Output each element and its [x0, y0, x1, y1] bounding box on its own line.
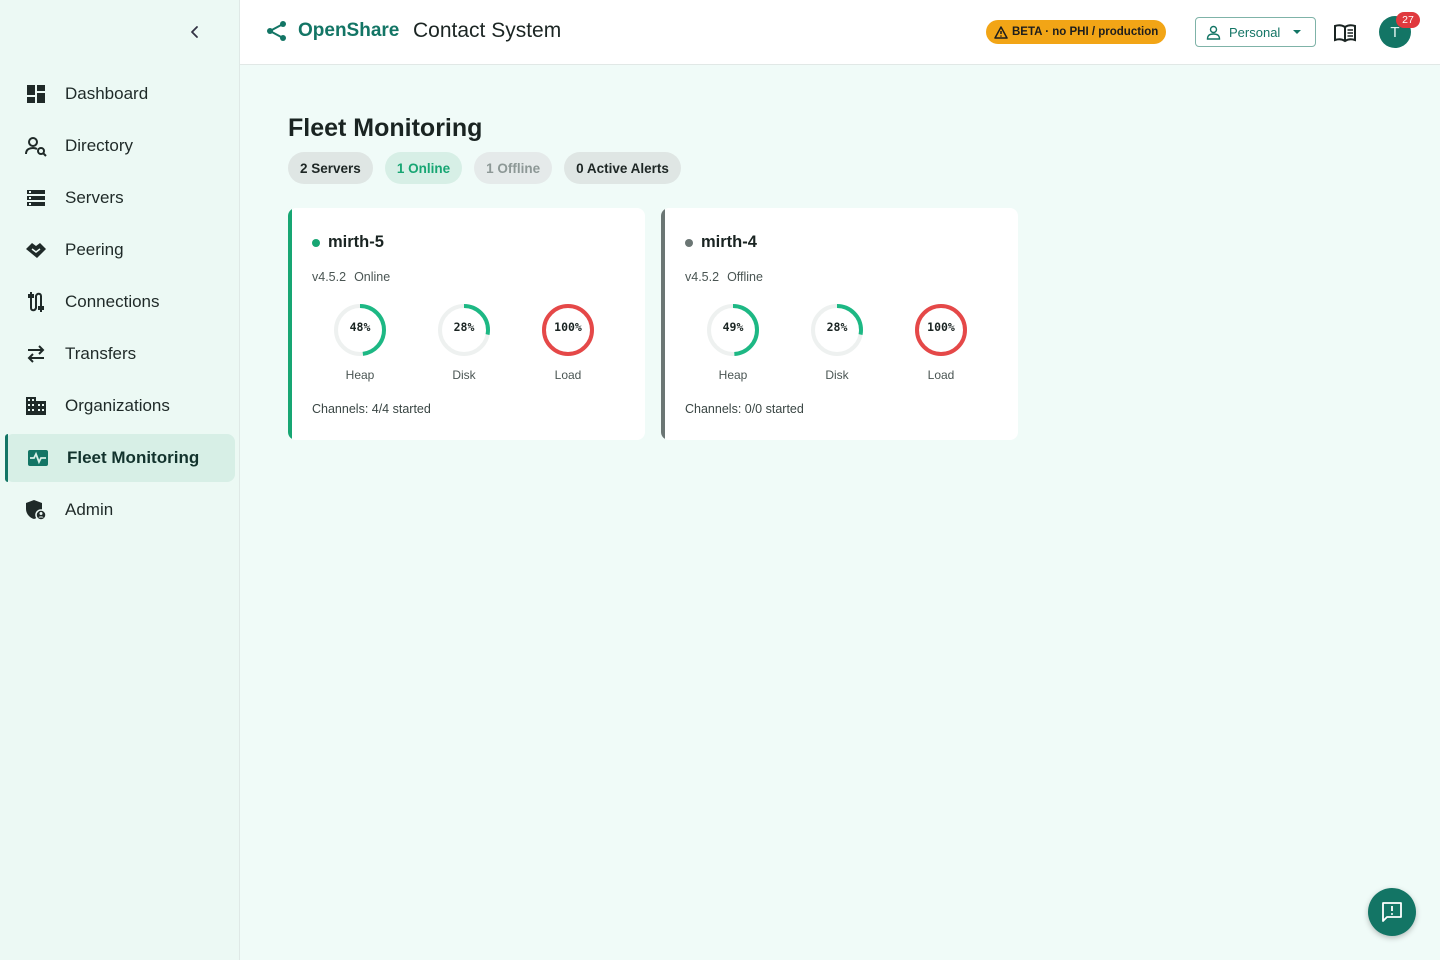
- channels-status: Channels: 0/0 started: [685, 402, 804, 416]
- status-bar: [661, 208, 665, 440]
- load-gauge: 100% Load: [906, 303, 976, 382]
- server-name: mirth-4: [701, 233, 757, 251]
- sidebar-item-label: Peering: [65, 240, 124, 259]
- beta-badge: BETA · no PHI / production: [986, 20, 1167, 44]
- page-title: Fleet Monitoring: [288, 114, 483, 142]
- person-icon: [1206, 25, 1221, 40]
- gauge-value: 49%: [722, 320, 744, 334]
- workspace-select[interactable]: Personal: [1195, 17, 1316, 47]
- sidebar-item-servers[interactable]: Servers: [5, 174, 235, 222]
- sidebar-item-fleet-monitoring[interactable]: Fleet Monitoring: [5, 434, 235, 482]
- transfer-arrows-icon: [25, 343, 47, 365]
- sidebar-item-label: Fleet Monitoring: [67, 448, 200, 467]
- gauge-label: Load: [554, 368, 582, 382]
- docs-button[interactable]: [1332, 20, 1358, 46]
- online-count-chip: 1 Online: [384, 152, 463, 184]
- server-cards: mirth-5 v4.5.2 Online 48% Heap 28% Disk: [288, 208, 1034, 440]
- book-open-icon: [1334, 24, 1356, 43]
- sidebar-item-directory[interactable]: Directory: [5, 122, 235, 170]
- summary-chips: 2 Servers 1 Online 1 Offline 0 Active Al…: [288, 152, 693, 184]
- app-title: Contact System: [413, 19, 562, 42]
- notification-count-badge: 27: [1396, 12, 1420, 28]
- connections-icon: [25, 291, 47, 313]
- active-alerts-chip: 0 Active Alerts: [564, 152, 681, 184]
- gauge-value: 48%: [349, 320, 371, 334]
- gauge-label: Disk: [452, 368, 476, 382]
- sidebar-nav: Dashboard Directory Servers Peering Conn…: [0, 70, 240, 538]
- handshake-icon: [25, 239, 47, 261]
- sidebar-item-dashboard[interactable]: Dashboard: [5, 70, 235, 118]
- gauge-value: 100%: [554, 320, 582, 334]
- collapse-sidebar-button[interactable]: [182, 19, 208, 45]
- feedback-icon: [1382, 902, 1402, 922]
- feedback-button[interactable]: [1368, 888, 1416, 936]
- server-card[interactable]: mirth-5 v4.5.2 Online 48% Heap 28% Disk: [288, 208, 645, 440]
- dashboard-icon: [25, 83, 47, 105]
- disk-gauge: 28% Disk: [802, 303, 872, 382]
- caret-down-icon: [1293, 30, 1302, 34]
- gauge-label: Heap: [718, 368, 748, 382]
- server-status-text: Offline: [727, 270, 763, 284]
- top-bar: OpenShare Contact System BETA · no PHI /…: [240, 0, 1440, 65]
- brand[interactable]: OpenShare: [266, 20, 399, 42]
- monitor-heartbeat-icon: [27, 447, 49, 469]
- gauge-label: Disk: [825, 368, 849, 382]
- server-card[interactable]: mirth-4 v4.5.2 Offline 49% Heap 28% Disk: [661, 208, 1018, 440]
- server-version: v4.5.2: [312, 270, 347, 284]
- gauge-value: 28%: [826, 320, 848, 334]
- heap-gauge: 49% Heap: [698, 303, 768, 382]
- servers-count-chip: 2 Servers: [288, 152, 373, 184]
- sidebar-item-label: Admin: [65, 500, 114, 519]
- building-icon: [25, 395, 47, 417]
- brand-name: OpenShare: [298, 20, 400, 41]
- beta-badge-text: BETA · no PHI / production: [1012, 26, 1159, 38]
- chevron-left-icon: [191, 26, 198, 38]
- sidebar-item-label: Transfers: [65, 344, 137, 363]
- heap-gauge: 48% Heap: [325, 303, 395, 382]
- sidebar-item-label: Directory: [65, 136, 134, 155]
- sidebar-item-label: Servers: [65, 188, 124, 207]
- server-version: v4.5.2: [685, 270, 720, 284]
- server-list-icon: [25, 187, 47, 209]
- load-gauge: 100% Load: [533, 303, 603, 382]
- sidebar: Dashboard Directory Servers Peering Conn…: [0, 0, 240, 960]
- warning-icon: [994, 25, 1008, 39]
- server-name: mirth-5: [328, 233, 384, 251]
- gauge-label: Load: [927, 368, 955, 382]
- sidebar-item-connections[interactable]: Connections: [5, 278, 235, 326]
- disk-gauge: 28% Disk: [429, 303, 499, 382]
- sidebar-item-organizations[interactable]: Organizations: [5, 382, 235, 430]
- workspace-select-value: Personal: [1229, 24, 1281, 40]
- share-icon: [267, 21, 286, 41]
- sidebar-item-peering[interactable]: Peering: [5, 226, 235, 274]
- sidebar-item-label: Organizations: [65, 396, 170, 415]
- sidebar-item-transfers[interactable]: Transfers: [5, 330, 235, 378]
- server-meta: v4.5.2 Offline: [685, 270, 763, 284]
- status-dot: [685, 238, 693, 247]
- admin-shield-icon: [25, 499, 47, 521]
- person-search-icon: [25, 135, 47, 157]
- sidebar-item-label: Connections: [65, 292, 160, 311]
- channels-status: Channels: 4/4 started: [312, 402, 431, 416]
- gauge-label: Heap: [345, 368, 375, 382]
- gauge-value: 100%: [927, 320, 955, 334]
- server-status-text: Online: [354, 270, 391, 284]
- server-meta: v4.5.2 Online: [312, 270, 390, 284]
- status-dot: [312, 238, 320, 247]
- sidebar-item-admin[interactable]: Admin: [5, 486, 235, 534]
- status-bar: [288, 208, 292, 440]
- offline-count-chip: 1 Offline: [474, 152, 553, 184]
- sidebar-item-label: Dashboard: [65, 84, 149, 103]
- main-content: Fleet Monitoring 2 Servers 1 Online 1 Of…: [240, 65, 1440, 960]
- gauge-value: 28%: [453, 320, 475, 334]
